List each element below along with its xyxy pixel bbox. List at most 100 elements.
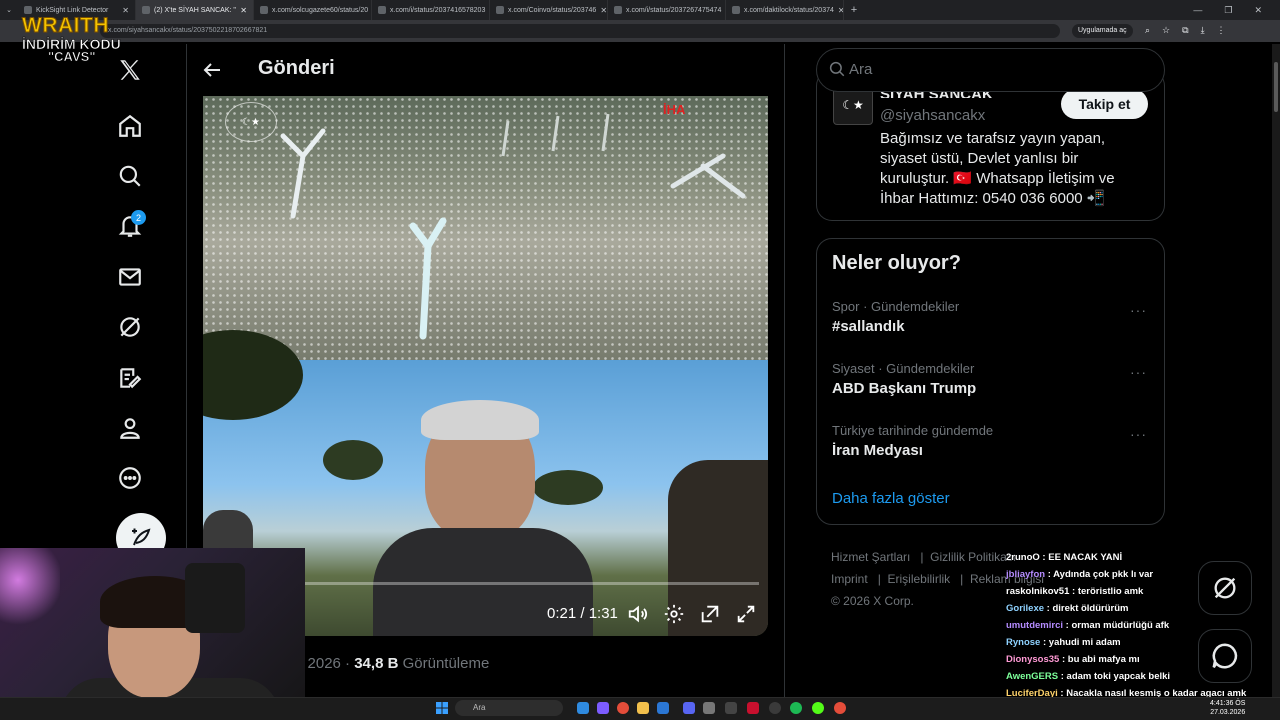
minimize-icon[interactable]: — bbox=[1193, 5, 1202, 16]
picture-in-picture-icon[interactable] bbox=[699, 603, 721, 625]
taskbar-app-icon[interactable] bbox=[577, 702, 589, 714]
profile-icon[interactable] bbox=[112, 410, 148, 446]
settings-gear-icon[interactable] bbox=[663, 603, 685, 625]
tab-label: KickSight Link Detector bbox=[36, 6, 109, 14]
view-label: Görüntüleme bbox=[402, 655, 490, 672]
trends-title: Neler oluyor? bbox=[832, 252, 961, 274]
chat-username: AwenGERS bbox=[1006, 671, 1059, 682]
scrollbar-thumb[interactable] bbox=[1274, 62, 1278, 112]
chat-message: Dionysos35 : bu abi mafya mı bbox=[1006, 654, 1140, 665]
chat-message: Rynose : yahudi mi adam bbox=[1006, 637, 1121, 648]
video-timecode: 0:21 / 1:31 bbox=[547, 605, 618, 622]
trend-more-icon[interactable]: ··· bbox=[1130, 302, 1147, 318]
tab-label: (2) X'te SİYAH SANCAK: " bbox=[154, 6, 236, 14]
volume-icon[interactable] bbox=[627, 603, 649, 625]
taskbar-app-icon[interactable] bbox=[747, 702, 759, 714]
video-frame-top: ☾★ İHA bbox=[203, 96, 768, 360]
chat-message: jbliayfon : Aydında çok pkk lı var bbox=[1006, 569, 1154, 580]
tab-favicon-icon bbox=[24, 6, 32, 14]
tab-label: x.com/i/status/2037267475474 bbox=[626, 6, 722, 14]
browser-tab[interactable]: x.com/Coinvo/status/203746 ✕ bbox=[490, 0, 608, 20]
tab-favicon-icon bbox=[260, 6, 268, 14]
profile-handle[interactable]: @siyahsancakx bbox=[880, 107, 985, 124]
taskbar-app-icon[interactable] bbox=[769, 702, 781, 714]
footer-link[interactable]: Hizmet Şartları bbox=[831, 550, 910, 564]
taskbar-app-icon[interactable] bbox=[597, 702, 609, 714]
trend-more-icon[interactable]: ··· bbox=[1130, 426, 1147, 442]
tab-favicon-icon bbox=[378, 6, 386, 14]
trend-name[interactable]: ABD Başkanı Trump bbox=[832, 380, 976, 397]
tab-search-icon[interactable]: ⌄ bbox=[0, 0, 18, 20]
trend-category: Siyaset · Gündemdekiler bbox=[832, 361, 975, 376]
trend-more-icon[interactable]: ··· bbox=[1130, 364, 1147, 380]
taskbar-app-icon[interactable] bbox=[834, 702, 846, 714]
taskbar-app-icon[interactable] bbox=[812, 702, 824, 714]
menu-kebab-icon[interactable]: ⋮ bbox=[1217, 25, 1226, 36]
taskbar-clock[interactable]: 4:41:36 ÖS 27.03.2026 bbox=[1210, 699, 1245, 717]
download-icon[interactable]: ⤓ bbox=[1201, 25, 1205, 36]
tab-close-icon[interactable]: ✕ bbox=[600, 6, 607, 15]
trend-name[interactable]: İran Medyası bbox=[832, 442, 923, 459]
taskbar-spotify-icon[interactable] bbox=[790, 702, 802, 714]
webcam-light bbox=[0, 548, 60, 628]
browser-tab[interactable]: x.com/i/status/2037267475474✕ bbox=[608, 0, 726, 20]
trend-name[interactable]: #sallandık bbox=[832, 318, 905, 335]
edit-icon[interactable] bbox=[112, 360, 148, 396]
url-field[interactable]: x.com/siyahsancakx/status/20375022187026… bbox=[100, 24, 1060, 38]
taskbar-search[interactable]: Ara bbox=[455, 700, 563, 716]
more-icon[interactable] bbox=[112, 460, 148, 496]
x-logo-icon[interactable] bbox=[112, 52, 148, 88]
tab-label: x.com/Coinvo/status/203746 bbox=[508, 6, 597, 14]
feather-icon bbox=[132, 528, 151, 546]
follow-button[interactable]: Takip et bbox=[1061, 89, 1148, 119]
windows-start-icon[interactable] bbox=[436, 701, 448, 714]
tab-favicon-icon bbox=[614, 6, 622, 14]
search-input[interactable]: Ara bbox=[849, 61, 872, 78]
restore-icon[interactable]: ❐ bbox=[1224, 5, 1232, 16]
tree-canopy bbox=[323, 440, 383, 480]
chat-username: Dionysos35 bbox=[1006, 654, 1060, 665]
tab-close-icon[interactable]: ✕ bbox=[240, 6, 247, 15]
tab-favicon-icon bbox=[142, 6, 150, 14]
footer-link[interactable]: Gizlilik Politikası bbox=[930, 550, 1016, 564]
tab-close-icon[interactable]: ✕ bbox=[122, 6, 129, 15]
chat-text: bu abi mafya mı bbox=[1067, 654, 1140, 665]
fullscreen-icon[interactable] bbox=[735, 603, 757, 625]
notification-count-badge: 2 bbox=[131, 210, 146, 225]
taskbar-chrome-icon[interactable] bbox=[617, 702, 629, 714]
page-scrollbar[interactable] bbox=[1272, 44, 1280, 697]
browser-tab[interactable]: x.com/daktilock/status/20374 ✕ bbox=[726, 0, 844, 20]
open-in-app-button[interactable]: Uygulamada aç bbox=[1072, 24, 1133, 38]
taskbar-app-icon[interactable] bbox=[725, 702, 737, 714]
chat-message: Gorilexe : direkt öldürürüm bbox=[1006, 603, 1129, 614]
taskbar-discord-icon[interactable] bbox=[683, 702, 695, 714]
browser-tab[interactable]: x.com/i/status/2037416578203✕ bbox=[372, 0, 490, 20]
home-icon[interactable] bbox=[112, 108, 148, 144]
browser-tab[interactable]: x.com/solcugazete60/status/20✕ bbox=[254, 0, 372, 20]
search-icon[interactable] bbox=[112, 158, 148, 194]
chat-message: raskolnikov51 : teröristlio amk bbox=[1006, 586, 1144, 597]
bookmark-star-icon[interactable]: ☆ bbox=[1162, 25, 1170, 36]
grok-icon[interactable] bbox=[112, 309, 148, 345]
zoom-icon[interactable]: ⌕ bbox=[1145, 25, 1150, 36]
chat-text: teröristlio amk bbox=[1077, 586, 1144, 597]
show-more-link[interactable]: Daha fazla göster bbox=[832, 490, 950, 507]
back-arrow-icon[interactable] bbox=[200, 58, 224, 87]
taskbar-app-icon[interactable] bbox=[703, 702, 715, 714]
close-window-icon[interactable]: ✕ bbox=[1254, 5, 1262, 16]
video-tree-trunks bbox=[280, 113, 746, 340]
browser-tab-active[interactable]: (2) X'te SİYAH SANCAK: " ✕ bbox=[136, 0, 254, 20]
footer-link[interactable]: Erişilebilirlik bbox=[887, 572, 950, 586]
stream-chat: 2runoO : EE NACAK YANİ jbliayfon : Aydınd… bbox=[1006, 549, 1276, 719]
taskbar-date: 27.03.2026 bbox=[1210, 709, 1246, 716]
webcam-background-object bbox=[185, 563, 245, 633]
taskbar-folder-icon[interactable] bbox=[637, 702, 649, 714]
chat-text: adam toki yapcak belki bbox=[1066, 671, 1171, 682]
tab-label: x.com/daktilock/status/20374 bbox=[744, 6, 834, 14]
extensions-icon[interactable]: ⧉ bbox=[1182, 25, 1188, 36]
mail-icon[interactable] bbox=[112, 259, 148, 295]
taskbar-app-icon[interactable] bbox=[657, 702, 669, 714]
new-tab-button[interactable]: + bbox=[844, 4, 864, 16]
footer-link[interactable]: Imprint bbox=[831, 572, 868, 586]
chat-message: AwenGERS : adam toki yapcak belki bbox=[1006, 671, 1171, 682]
